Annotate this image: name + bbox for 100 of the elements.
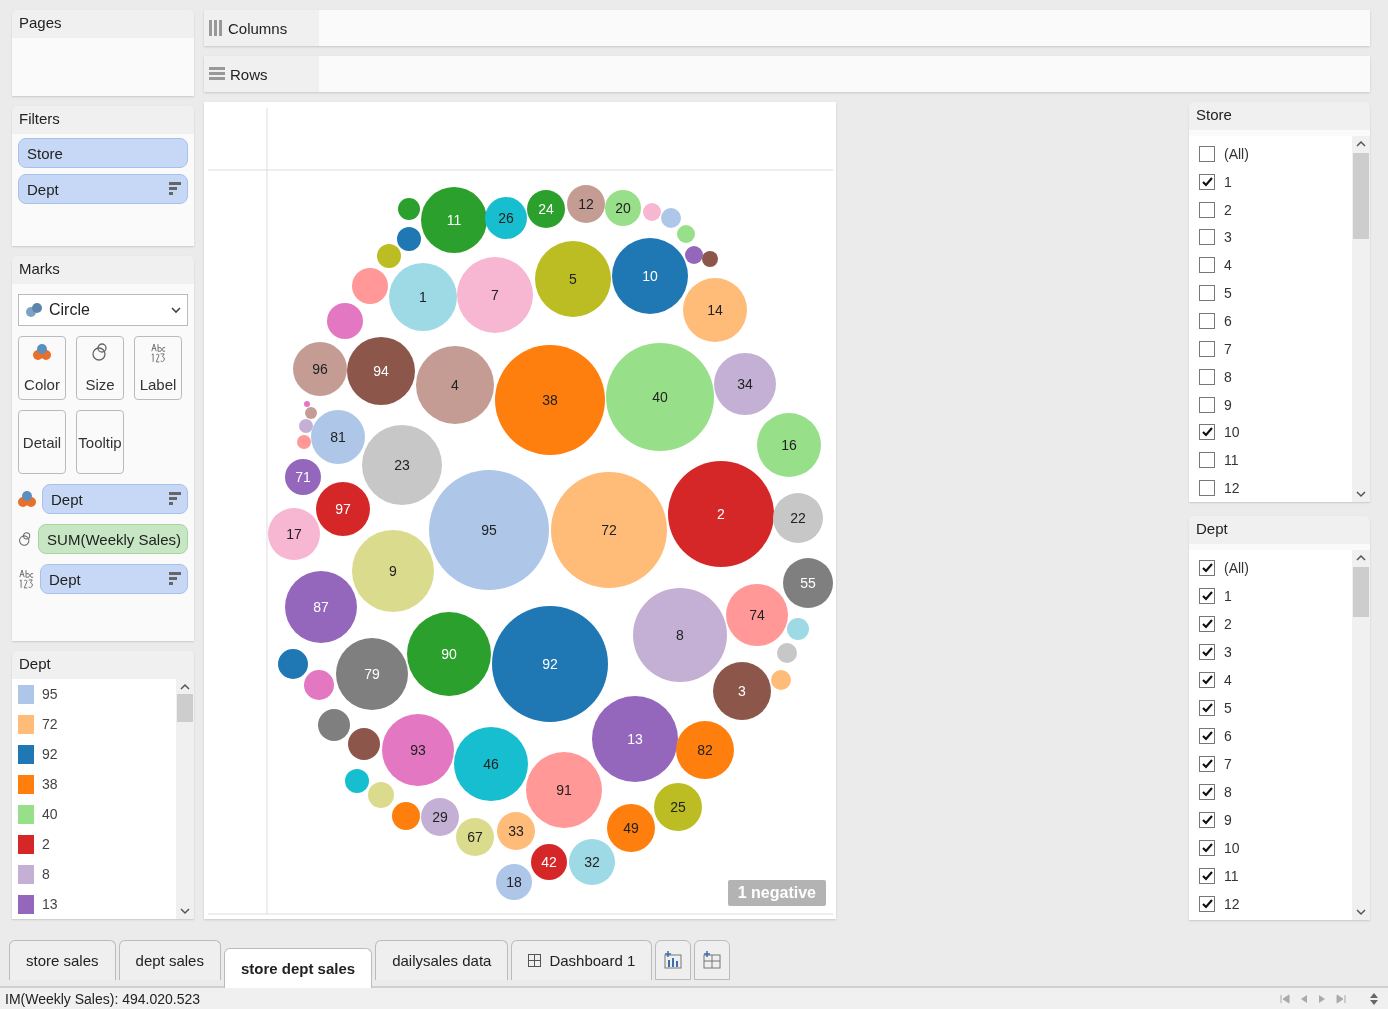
filter-option[interactable]: 5 xyxy=(1224,285,1232,302)
scroll-up-icon[interactable] xyxy=(180,683,190,690)
color-dots-icon xyxy=(18,490,36,508)
sheet-tab[interactable]: store dept sales xyxy=(223,948,373,988)
sheet-tab[interactable]: store sales xyxy=(9,940,116,980)
filter-option[interactable]: 10 xyxy=(1224,424,1240,441)
filter-option[interactable]: 4 xyxy=(1224,672,1232,688)
scroll-down-icon[interactable] xyxy=(1356,909,1366,916)
filter-option[interactable]: 12 xyxy=(1224,896,1240,912)
checkbox[interactable] xyxy=(1199,784,1215,800)
checkbox[interactable] xyxy=(1199,285,1215,302)
field-pill[interactable]: SUM(Weekly Sales) xyxy=(38,524,188,554)
checkbox[interactable] xyxy=(1199,201,1215,218)
sheet-tab[interactable]: Dashboard 1 xyxy=(511,940,653,980)
checkbox[interactable] xyxy=(1199,173,1215,190)
checkbox[interactable] xyxy=(1199,672,1215,688)
checkbox[interactable] xyxy=(1199,313,1215,329)
filter-option[interactable]: 3 xyxy=(1224,644,1232,660)
checkbox[interactable] xyxy=(1199,424,1215,441)
shelf[interactable]: Columns xyxy=(204,10,1370,46)
filter-pill[interactable]: Dept xyxy=(18,174,188,204)
filter-option[interactable]: 7 xyxy=(1224,756,1232,772)
filter-option[interactable]: 1 xyxy=(1224,588,1232,604)
scroll-down-icon[interactable] xyxy=(180,908,190,915)
filter-option[interactable]: 11 xyxy=(1224,452,1239,469)
filter-option[interactable]: (All) xyxy=(1224,560,1249,576)
checkbox[interactable] xyxy=(1199,257,1215,274)
bubble-label: 7 xyxy=(491,287,499,303)
bubble-label: 71 xyxy=(295,469,311,485)
filter-option[interactable]: 11 xyxy=(1224,868,1239,884)
filter-option[interactable]: 2 xyxy=(1224,616,1232,632)
checkbox[interactable] xyxy=(1199,616,1215,632)
sheet-tab[interactable]: dailysales data xyxy=(375,940,509,980)
filter-option[interactable]: 5 xyxy=(1224,700,1232,716)
checkbox[interactable] xyxy=(1199,812,1215,828)
filter-option[interactable]: 3 xyxy=(1224,229,1232,246)
bubble-label: 82 xyxy=(697,742,713,758)
panel-title: Store xyxy=(1189,102,1370,130)
checkbox[interactable] xyxy=(1199,644,1215,660)
new-dashboard-button[interactable] xyxy=(694,940,731,980)
up-down-icon[interactable] xyxy=(1370,992,1378,1005)
bubble-label: 2 xyxy=(717,506,725,522)
checkbox[interactable] xyxy=(1199,588,1215,604)
field-pill[interactable]: Dept xyxy=(40,564,188,594)
bubble-label: 4 xyxy=(451,377,459,393)
marks-card-button[interactable]: Size xyxy=(76,336,124,400)
marks-card-button[interactable]: Tooltip xyxy=(76,410,124,474)
checkbox[interactable] xyxy=(1199,368,1215,385)
new-worksheet-button[interactable] xyxy=(655,940,692,980)
marks-card-button[interactable]: Label xyxy=(134,336,182,400)
scrollbar-thumb[interactable] xyxy=(1353,153,1369,239)
scroll-down-icon[interactable] xyxy=(1356,491,1366,498)
scrollbar-thumb[interactable] xyxy=(177,694,193,722)
filter-option[interactable]: 6 xyxy=(1224,313,1232,329)
filter-option[interactable]: 8 xyxy=(1224,368,1232,385)
checkbox[interactable] xyxy=(1199,452,1215,469)
checkbox[interactable] xyxy=(1199,756,1215,772)
scrollbar-thumb[interactable] xyxy=(1353,567,1369,617)
filter-option[interactable]: 7 xyxy=(1224,340,1232,357)
scroll-up-icon[interactable] xyxy=(1356,554,1366,561)
checkbox[interactable] xyxy=(1199,145,1215,162)
checkbox[interactable] xyxy=(1199,700,1215,716)
marks-card-button[interactable]: Detail xyxy=(18,410,66,474)
bubble-label: 67 xyxy=(467,829,483,845)
sheet-tab[interactable]: dept sales xyxy=(118,940,221,980)
checkbox[interactable] xyxy=(1199,728,1215,744)
filter-option[interactable]: 4 xyxy=(1224,257,1232,274)
abc-123-icon xyxy=(150,343,166,363)
filter-option[interactable]: 8 xyxy=(1224,784,1232,800)
filter-option[interactable]: 9 xyxy=(1224,396,1232,413)
checkbox[interactable] xyxy=(1199,840,1215,856)
filter-option[interactable]: 9 xyxy=(1224,812,1232,828)
rows-icon xyxy=(209,67,225,81)
filter-pill[interactable]: Store xyxy=(18,138,188,168)
marks-card-button[interactable]: Color xyxy=(18,336,66,400)
checkbox[interactable] xyxy=(1199,229,1215,246)
checkbox[interactable] xyxy=(1199,868,1215,884)
shelf[interactable]: Rows xyxy=(204,56,1370,92)
filter-option[interactable]: 6 xyxy=(1224,728,1232,744)
legend-label: 38 xyxy=(42,776,58,792)
filter-option[interactable]: 1 xyxy=(1224,173,1232,190)
filter-option[interactable]: 10 xyxy=(1224,840,1240,856)
bubble-label: 3 xyxy=(738,683,746,699)
bubble-label: 42 xyxy=(541,854,557,870)
checkbox[interactable] xyxy=(1199,396,1215,413)
checkbox[interactable] xyxy=(1199,340,1215,357)
field-pill[interactable]: Dept xyxy=(42,484,188,514)
filter-option[interactable]: (All) xyxy=(1224,145,1249,162)
sort-icon xyxy=(169,182,181,196)
bubble-label: 72 xyxy=(601,522,617,538)
filter-option[interactable]: 2 xyxy=(1224,201,1232,218)
checkbox[interactable] xyxy=(1199,480,1215,497)
filter-option[interactable]: 12 xyxy=(1224,480,1240,497)
scroll-up-icon[interactable] xyxy=(1356,140,1366,147)
checkbox[interactable] xyxy=(1199,896,1215,912)
bubble-label: 96 xyxy=(312,361,328,377)
mark-type-dropdown[interactable]: Circle xyxy=(18,294,188,326)
legend-label: 2 xyxy=(42,836,50,852)
legend-label: 40 xyxy=(42,806,58,822)
checkbox[interactable] xyxy=(1199,560,1215,576)
